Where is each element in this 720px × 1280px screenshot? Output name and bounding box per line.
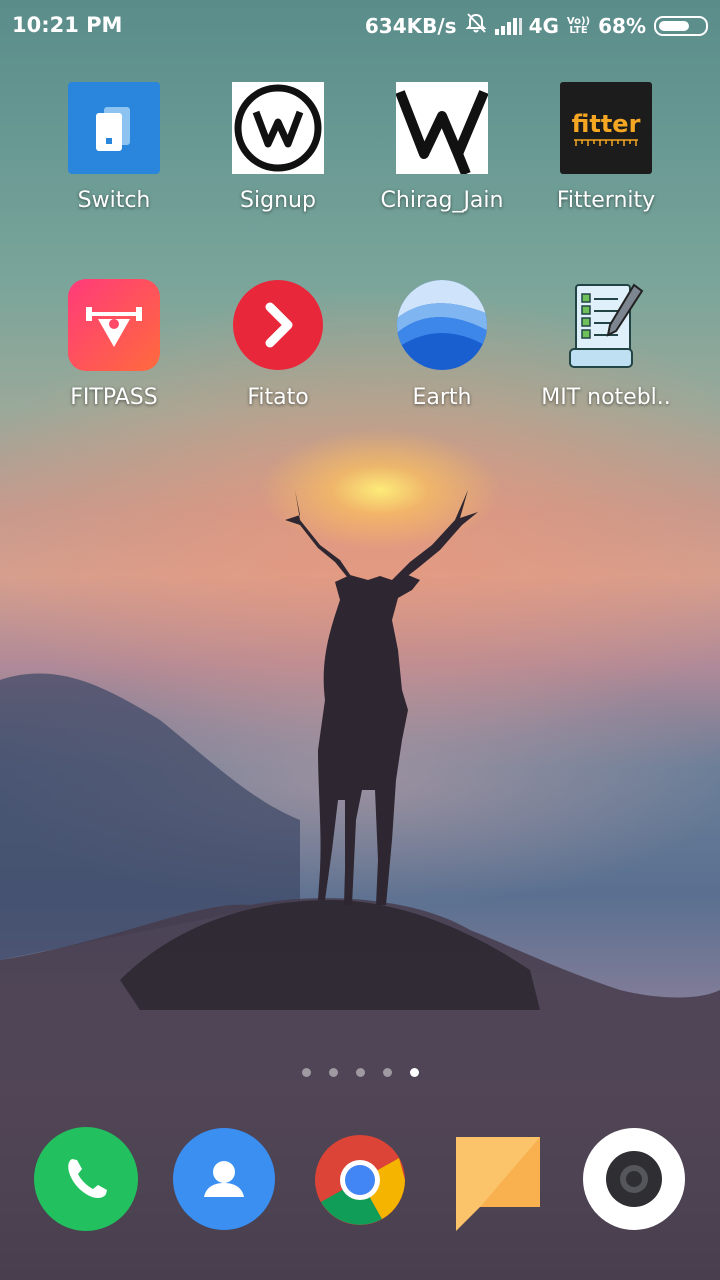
page-dot[interactable] xyxy=(328,1068,338,1077)
switch-icon xyxy=(68,82,160,174)
app-label: Chirag_Jain xyxy=(380,188,504,213)
chrome-icon xyxy=(315,1135,405,1225)
volte-icon: Vo)) LTE xyxy=(567,16,590,36)
app-label: Fitternity xyxy=(556,188,656,213)
battery-fill xyxy=(659,20,689,31)
app-earth[interactable]: Earth xyxy=(360,279,524,410)
camera-icon xyxy=(583,1128,685,1230)
app-fitpass[interactable]: FITPASS xyxy=(32,279,196,410)
fitpass-icon xyxy=(68,279,160,371)
app-chirag-jain[interactable]: Chirag_Jain xyxy=(360,82,524,213)
dock-messaging[interactable] xyxy=(450,1127,554,1231)
status-icons: 634KB/s 4G Vo)) LTE 68% xyxy=(365,12,708,39)
earth-icon xyxy=(396,279,488,371)
page-dot[interactable] xyxy=(301,1068,311,1077)
w-logo-round-icon xyxy=(232,82,324,174)
dock-camera[interactable] xyxy=(582,1127,686,1231)
w-logo-square-icon xyxy=(395,82,489,176)
status-time: 10:21 PM xyxy=(12,13,123,37)
app-mit-notebook[interactable]: MIT notebl.. xyxy=(524,279,688,410)
app-label: Signup xyxy=(240,188,316,213)
svg-text:fitter: fitter xyxy=(572,110,641,138)
notebook-icon xyxy=(560,279,652,371)
app-label: Earth xyxy=(412,385,472,410)
status-bar: 10:21 PM 634KB/s 4G Vo)) LTE 68% xyxy=(0,0,720,52)
dock-phone[interactable] xyxy=(34,1127,138,1231)
fitato-icon xyxy=(232,279,324,371)
app-label: Fitato xyxy=(247,385,309,410)
message-icon xyxy=(456,1137,540,1231)
mute-bell-icon xyxy=(465,12,487,39)
network-type: 4G xyxy=(528,13,559,38)
contacts-icon xyxy=(173,1128,275,1230)
battery-icon xyxy=(654,15,708,36)
page-dot[interactable] xyxy=(355,1068,365,1077)
app-signup[interactable]: Signup xyxy=(196,82,360,213)
app-fitternity[interactable]: fitter Fitternity xyxy=(524,82,688,213)
phone-icon xyxy=(34,1127,138,1231)
page-indicator[interactable] xyxy=(0,1062,720,1081)
app-switch[interactable]: Switch xyxy=(32,82,196,213)
app-label: Switch xyxy=(77,188,151,213)
page-dot[interactable] xyxy=(409,1068,419,1077)
dock-chrome[interactable] xyxy=(310,1130,414,1234)
dock-contacts[interactable] xyxy=(172,1127,276,1231)
app-label: MIT notebl.. xyxy=(541,385,671,410)
battery-percent: 68% xyxy=(598,13,646,38)
network-speed: 634KB/s xyxy=(364,13,457,38)
app-label: FITPASS xyxy=(70,385,158,410)
fitter-icon: fitter xyxy=(560,82,652,174)
app-fitato[interactable]: Fitato xyxy=(196,279,360,410)
signal-strength-icon xyxy=(494,17,522,35)
page-dot[interactable] xyxy=(382,1068,392,1077)
volte-bottom: LTE xyxy=(569,24,588,36)
